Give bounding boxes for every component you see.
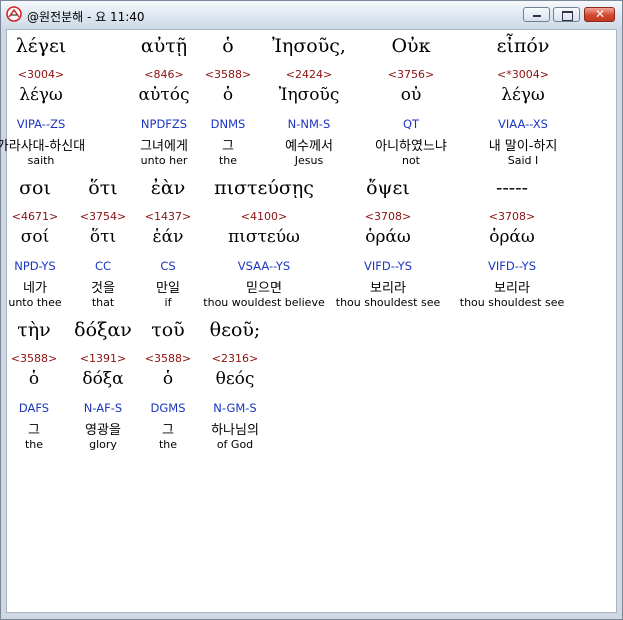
english-gloss: Said I — [507, 154, 539, 167]
english-gloss: thou wouldest believe — [203, 296, 325, 309]
maximize-button[interactable] — [553, 7, 580, 22]
minimize-button[interactable] — [523, 7, 550, 22]
strong-number: <3708> — [488, 210, 536, 223]
greek-word: ὄψει — [366, 177, 410, 199]
window-title: @원전분해 - 요 11:40 — [27, 10, 145, 24]
strong-number: <3708> — [364, 210, 412, 223]
minimize-icon — [533, 15, 541, 17]
parsing-code: VIAA--XS — [498, 117, 548, 131]
strong-number: <*3004> — [497, 68, 549, 81]
greek-word: εἶπόν — [496, 35, 550, 57]
parsing-code: N-GM-S — [213, 401, 257, 415]
korean-gloss: 보리라 — [494, 281, 530, 296]
interlinear-panel: λέγει <3004> λέγω VIPA--ZS 가라사대-하신대 saith αὐτῇ… — [0, 29, 617, 613]
korean-gloss: 내 말이-하지 — [488, 139, 558, 154]
word-cell[interactable]: Οὐκ <3756> οὐ QT 아니하였느냐 not — [346, 35, 476, 171]
english-gloss: thou shouldest see — [459, 296, 565, 309]
korean-gloss: 믿으면 — [246, 281, 282, 296]
word-cell[interactable]: πιστεύσῃς <4100> πιστεύω VSAA--YS 믿으면 thou wo… — [199, 177, 329, 313]
strong-number: <2316> — [211, 352, 259, 365]
lemma: ὁράω — [489, 227, 535, 247]
korean-gloss: 하나님의 — [211, 423, 259, 438]
lemma: πιστεύω — [228, 227, 300, 247]
parsing-code: QT — [402, 117, 420, 131]
greek-word: πιστεύσῃς — [214, 177, 314, 199]
parsing-code: VSAA--YS — [237, 259, 291, 273]
word-cell[interactable]: εἶπόν <*3004> λέγω VIAA--XS 내 말이-하지 Said I — [458, 35, 588, 171]
greek-word: ----- — [495, 177, 529, 199]
korean-gloss: 가라사대-하신대 — [0, 139, 86, 154]
close-button[interactable]: ✕ — [584, 7, 615, 22]
lemma: οὐ — [400, 85, 422, 105]
greek-word: Οὐκ — [391, 35, 431, 57]
korean-gloss: 아니하였느냐 — [375, 139, 447, 154]
word-cell[interactable]: ----- <3708> ὁράω VIFD--YS 보리라 thou shouldest… — [447, 177, 577, 313]
parsing-code: VIFD--YS — [488, 259, 536, 273]
strong-number: <3756> — [387, 68, 435, 81]
strong-number: <3004> — [17, 68, 65, 81]
lemma: λέγω — [19, 85, 63, 105]
parsing-code: VIFD--YS — [364, 259, 412, 273]
close-icon: ✕ — [595, 7, 606, 21]
word-cell[interactable]: λέγει <3004> λέγω VIPA--ZS 가라사대-하신대 saith — [0, 35, 106, 171]
lemma: ὁράω — [365, 227, 411, 247]
parsing-code: VIPA--ZS — [16, 117, 66, 131]
lemma: λέγω — [501, 85, 545, 105]
app-window: @원전분해 - 요 11:40 ✕ λέγει <3004> λέγω VIPA--Z… — [0, 0, 623, 620]
word-cell[interactable]: θεοῦ; <2316> θεός N-GM-S 하나님의 of God — [170, 319, 300, 455]
app-logo-icon — [6, 6, 22, 22]
english-gloss: not — [401, 154, 420, 167]
strong-number: <4100> — [240, 210, 288, 223]
english-gloss: of God — [216, 438, 254, 451]
title-bar[interactable]: @원전분해 - 요 11:40 ✕ — [1, 1, 622, 29]
lemma: θεός — [215, 369, 255, 389]
english-gloss: saith — [27, 154, 55, 167]
word-cell[interactable]: ὄψει <3708> ὁράω VIFD--YS 보리라 thou shouldest … — [323, 177, 453, 313]
greek-word: θεοῦ; — [209, 319, 261, 341]
korean-gloss: 보리라 — [370, 281, 406, 296]
english-gloss: thou shouldest see — [335, 296, 441, 309]
greek-word: λέγει — [15, 35, 67, 57]
maximize-icon — [562, 11, 573, 21]
